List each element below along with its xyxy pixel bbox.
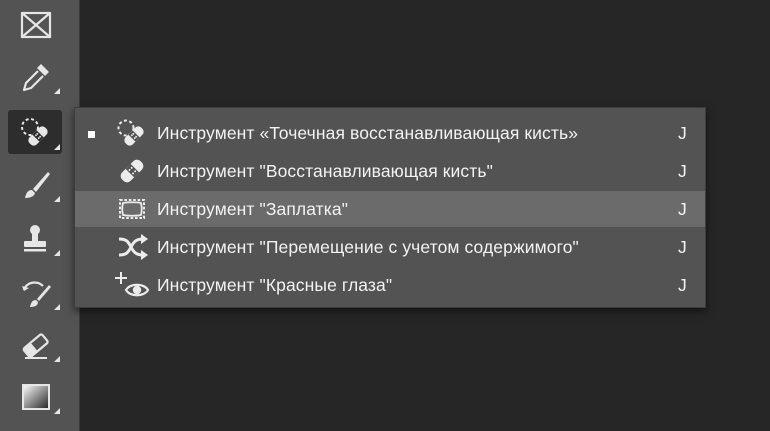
submenu-indicator	[54, 196, 60, 202]
menu-item-content-aware-move[interactable]: Инструмент "Перемещение с учетом содержи…	[75, 229, 705, 265]
menu-item-label: Инструмент "Перемещение с учетом содержи…	[157, 237, 579, 257]
submenu-indicator	[54, 356, 60, 362]
menu-item-shortcut: J	[678, 199, 687, 219]
spot-healing-brush-tool-button[interactable]	[8, 110, 62, 154]
gradient-icon	[22, 384, 50, 410]
frame-tool-button[interactable]	[8, 2, 62, 46]
menu-item-shortcut: J	[678, 275, 687, 295]
eraser-tool-button[interactable]	[8, 322, 62, 366]
menu-item-healing-brush[interactable]: Инструмент "Восстанавливающая кисть" J	[75, 153, 705, 189]
submenu-indicator	[54, 88, 60, 94]
spot-healing-brush-icon	[21, 118, 48, 146]
content-aware-move-icon	[118, 234, 148, 260]
patch-icon	[119, 199, 145, 219]
frame-icon	[20, 11, 52, 39]
submenu-indicator	[54, 250, 60, 256]
eraser-icon	[22, 333, 49, 359]
history-brush-icon	[22, 281, 51, 307]
brush-icon	[25, 172, 50, 198]
menu-item-label: Инструмент "Заплатка"	[157, 199, 349, 219]
menu-item-patch[interactable]: Инструмент "Заплатка" J	[75, 191, 705, 227]
menu-item-label: Инструмент "Красные глаза"	[157, 275, 393, 295]
eyedropper-icon	[22, 64, 49, 92]
spot-healing-brush-icon	[117, 119, 144, 146]
submenu-indicator	[54, 144, 60, 150]
menu-item-spot-healing-brush[interactable]: Инструмент «Точечная восстанавливающая к…	[75, 115, 705, 151]
gradient-tool-button[interactable]	[8, 374, 62, 418]
submenu-indicator	[54, 304, 60, 310]
submenu-indicator	[54, 408, 60, 414]
menu-item-shortcut: J	[678, 161, 687, 181]
menu-item-shortcut: J	[678, 123, 687, 143]
brush-tool-button[interactable]	[8, 162, 62, 206]
healing-tools-flyout-menu: Инструмент «Точечная восстанавливающая к…	[74, 107, 706, 308]
selected-bullet	[88, 131, 95, 138]
red-eye-icon	[115, 272, 150, 297]
tools-panel	[0, 0, 80, 431]
eyedropper-tool-button[interactable]	[8, 54, 62, 98]
menu-item-shortcut: J	[678, 237, 687, 257]
clone-stamp-tool-button[interactable]	[8, 216, 62, 260]
menu-item-label: Инструмент «Точечная восстанавливающая к…	[157, 123, 579, 143]
menu-item-red-eye[interactable]: Инструмент "Красные глаза" J	[75, 267, 705, 303]
stamp-icon	[24, 225, 46, 252]
history-brush-tool-button[interactable]	[8, 270, 62, 314]
healing-brush-icon	[120, 159, 144, 183]
menu-item-label: Инструмент "Восстанавливающая кисть"	[157, 161, 493, 181]
